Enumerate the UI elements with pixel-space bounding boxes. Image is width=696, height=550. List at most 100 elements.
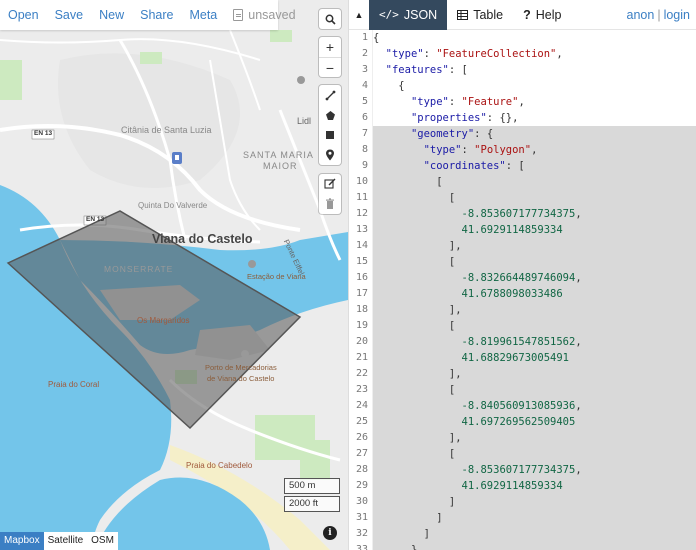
- map-label-maior: MAIOR: [263, 161, 298, 171]
- collapse-pane-button[interactable]: ▲: [349, 0, 369, 30]
- code-line[interactable]: 41.6929114859334: [373, 478, 696, 494]
- draw-marker-button[interactable]: [319, 145, 341, 165]
- polygon-icon: [325, 110, 335, 120]
- line-number: 5: [361, 96, 368, 107]
- code-line[interactable]: 41.697269562509405: [373, 414, 696, 430]
- code-line[interactable]: [: [373, 446, 696, 462]
- line-number: 29: [355, 480, 368, 491]
- line-number: 32: [355, 528, 368, 539]
- code-line[interactable]: "coordinates": [: [373, 158, 696, 174]
- code-icon: </>: [379, 8, 399, 21]
- code-line[interactable]: [: [373, 382, 696, 398]
- new-button[interactable]: New: [91, 8, 132, 22]
- json-editor[interactable]: 1 2 3 4 5 6 7 8 9 10 11 12 13 14 15 16 17 18 19 20 21 22 23 24 2…: [349, 30, 696, 550]
- search-control: [319, 9, 341, 29]
- line-number: 21: [355, 352, 368, 363]
- draw-line-button[interactable]: [319, 85, 341, 105]
- line-number: 30: [355, 496, 368, 507]
- map-label-praia-cabedelo: Praia do Cabedelo: [186, 461, 253, 470]
- code-line[interactable]: ]: [373, 526, 696, 542]
- login-link[interactable]: login: [664, 8, 690, 22]
- map-label-os-margaridos: Os Margaridos: [137, 316, 190, 325]
- layer-mapbox[interactable]: Mapbox: [0, 532, 44, 550]
- code-lines[interactable]: { "type": "FeatureCollection", "features…: [373, 30, 696, 550]
- open-button[interactable]: Open: [0, 8, 47, 22]
- code-line[interactable]: -8.840560913085936,: [373, 398, 696, 414]
- line-number: 14: [355, 240, 368, 251]
- line-number: 28: [355, 464, 368, 475]
- code-line[interactable]: [: [373, 254, 696, 270]
- code-line[interactable]: ],: [373, 430, 696, 446]
- code-line[interactable]: "type": "Feature",: [373, 94, 696, 110]
- scale-imperial: 2000 ft: [284, 496, 340, 512]
- trash-icon: [326, 198, 334, 209]
- edit-layers-button[interactable]: [319, 174, 341, 194]
- code-line[interactable]: ],: [373, 366, 696, 382]
- layer-switcher: Mapbox Satellite OSM: [0, 532, 118, 550]
- code-line[interactable]: -8.819961547851562,: [373, 334, 696, 350]
- file-toolbar: Open Save New Share Meta unsaved: [0, 0, 296, 30]
- line-number: 8: [361, 144, 368, 155]
- editor-pane: ▲ </> JSON Table ? Help anon | login 12345…: [348, 0, 696, 550]
- scale-metric: 500 m: [284, 478, 340, 494]
- tab-help[interactable]: ? Help: [513, 0, 571, 30]
- code-line[interactable]: [: [373, 318, 696, 334]
- user-menu: anon | login: [627, 8, 696, 22]
- code-line[interactable]: -8.853607177734375,: [373, 462, 696, 478]
- code-line[interactable]: -8.832664489746094,: [373, 270, 696, 286]
- code-line[interactable]: ],: [373, 302, 696, 318]
- map-view[interactable]: Citânia de Santa Luzia SANTA MARIA MAIOR…: [0, 0, 348, 550]
- code-line[interactable]: -8.853607177734375,: [373, 206, 696, 222]
- code-line[interactable]: 41.6929114859334: [373, 222, 696, 238]
- code-line[interactable]: "features": [: [373, 62, 696, 78]
- share-button[interactable]: Share: [132, 8, 181, 22]
- line-number: 4: [361, 80, 368, 91]
- minus-icon: −: [325, 59, 335, 76]
- line-number: 17: [355, 288, 368, 299]
- layer-osm[interactable]: OSM: [87, 532, 118, 550]
- tab-table-label: Table: [473, 7, 504, 22]
- tab-help-label: Help: [535, 7, 562, 22]
- code-line[interactable]: ],: [373, 238, 696, 254]
- caret-up-icon: ▲: [354, 9, 364, 20]
- code-line[interactable]: {: [373, 30, 696, 46]
- tab-json[interactable]: </> JSON: [369, 0, 448, 30]
- line-number: 31: [355, 512, 368, 523]
- layer-satellite[interactable]: Satellite: [44, 532, 88, 550]
- line-number: 22: [355, 368, 368, 379]
- code-line[interactable]: [: [373, 174, 696, 190]
- tab-json-label: JSON: [403, 7, 438, 22]
- code-line[interactable]: }: [373, 542, 696, 550]
- code-line[interactable]: ]: [373, 494, 696, 510]
- line-number: 16: [355, 272, 368, 283]
- code-line[interactable]: ]: [373, 510, 696, 526]
- info-icon[interactable]: i: [323, 526, 337, 540]
- marker-icon: [326, 149, 334, 161]
- zoom-in-button[interactable]: +: [319, 37, 341, 57]
- search-button[interactable]: [319, 9, 341, 29]
- map-label-porto-2: de Viana do Castelo: [207, 374, 275, 383]
- code-line[interactable]: 41.68829673005491: [373, 350, 696, 366]
- delete-layers-button[interactable]: [319, 194, 341, 214]
- code-line[interactable]: 41.6788098033486: [373, 286, 696, 302]
- map-label-viana: Viana do Castelo: [152, 232, 253, 246]
- meta-button[interactable]: Meta: [181, 8, 225, 22]
- plus-icon: +: [325, 39, 335, 55]
- save-button[interactable]: Save: [47, 8, 92, 22]
- code-line[interactable]: [: [373, 190, 696, 206]
- zoom-control: + −: [319, 37, 341, 77]
- draw-polygon-button[interactable]: [319, 105, 341, 125]
- document-icon: [233, 9, 244, 21]
- line-number: 13: [355, 224, 368, 235]
- user-name: anon: [626, 7, 655, 22]
- code-line[interactable]: "type": "Polygon",: [373, 142, 696, 158]
- code-line[interactable]: "type": "FeatureCollection",: [373, 46, 696, 62]
- line-number: 19: [355, 320, 368, 331]
- code-line[interactable]: {: [373, 78, 696, 94]
- tab-table[interactable]: Table: [447, 0, 513, 30]
- map-label-santa-maria: SANTA MARIA: [243, 150, 314, 160]
- code-line[interactable]: "geometry": {: [373, 126, 696, 142]
- code-line[interactable]: "properties": {},: [373, 110, 696, 126]
- draw-rectangle-button[interactable]: [319, 125, 341, 145]
- zoom-out-button[interactable]: −: [319, 57, 341, 77]
